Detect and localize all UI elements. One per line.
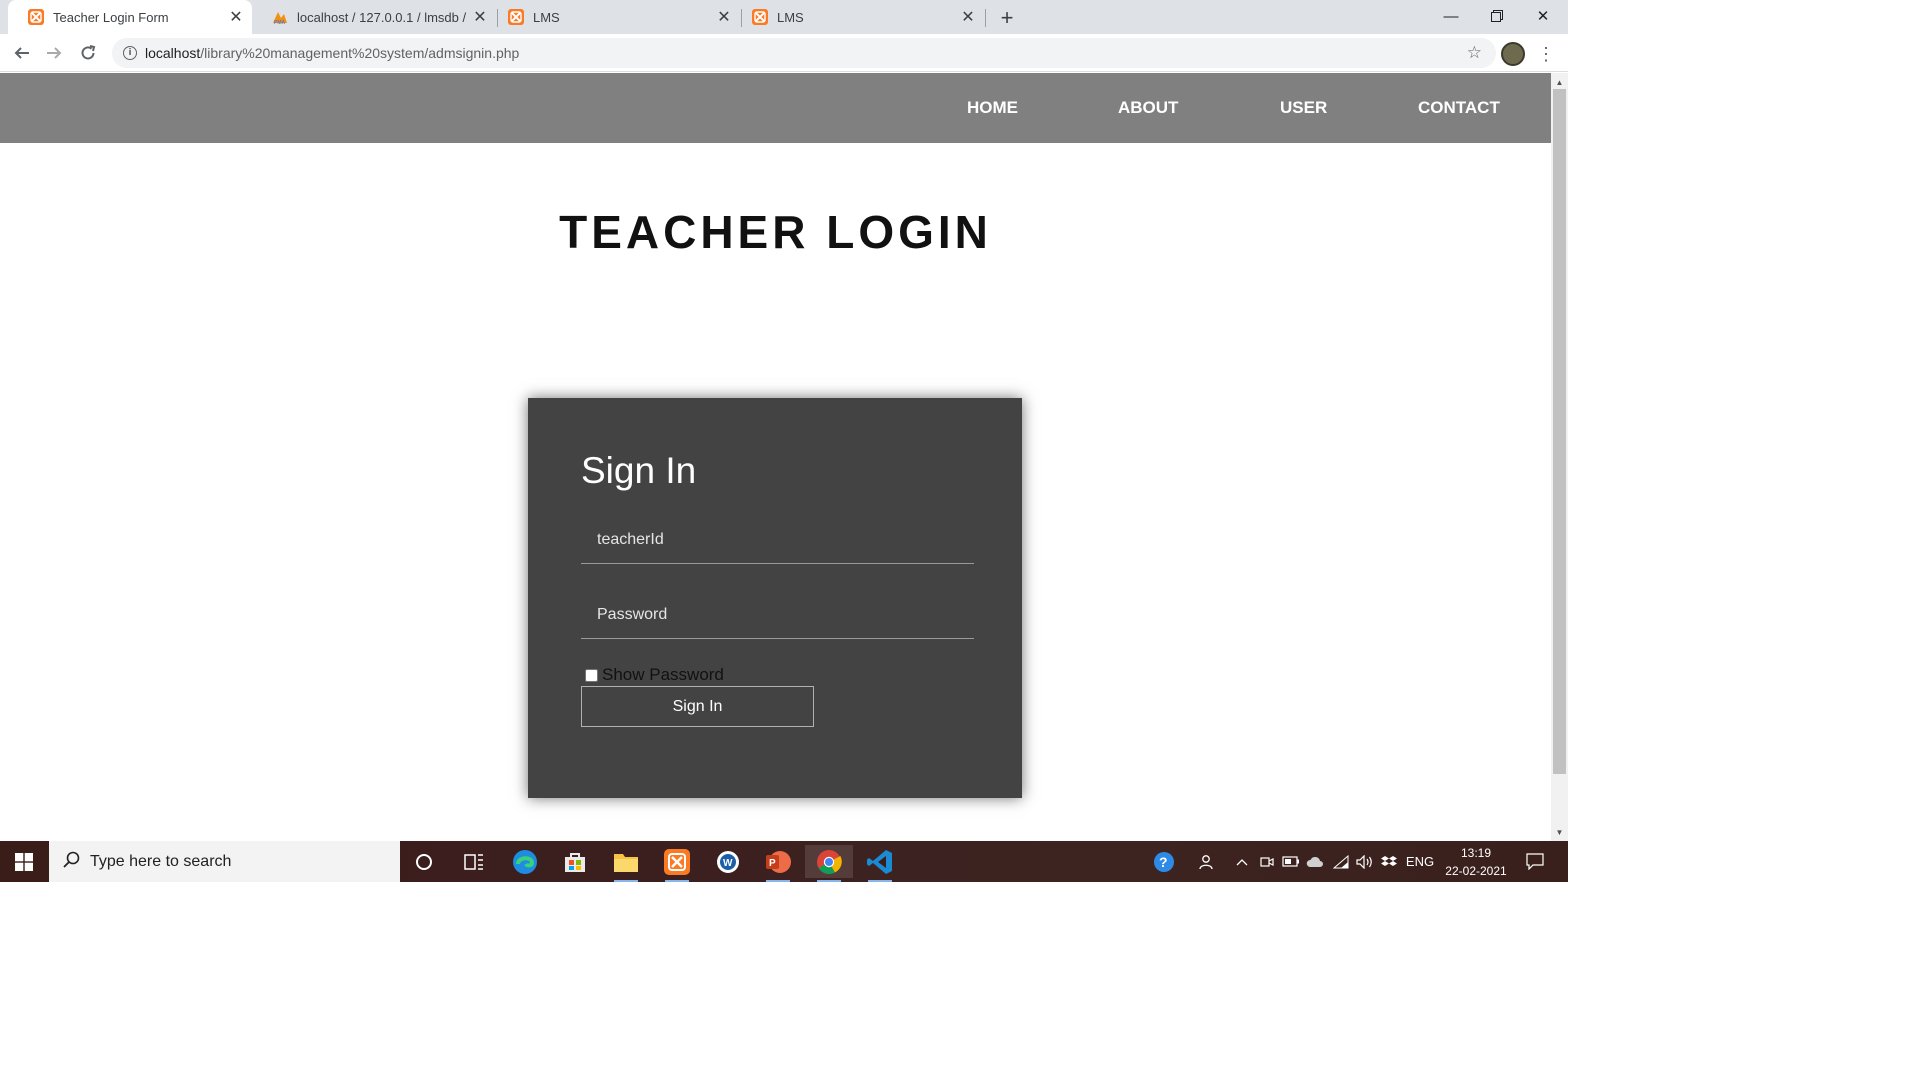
search-icon xyxy=(63,851,80,873)
windows-start-icon[interactable] xyxy=(0,841,48,882)
nav-home[interactable]: HOME xyxy=(967,73,1018,143)
new-tab-plus-icon[interactable]: + xyxy=(994,5,1020,31)
teacher-id-input[interactable] xyxy=(581,516,974,563)
taskbar-search-box[interactable]: Type here to search xyxy=(49,841,400,882)
show-password-checkbox[interactable] xyxy=(585,668,598,682)
xampp-favicon-icon xyxy=(28,9,44,25)
back-arrow-icon[interactable] xyxy=(8,39,36,67)
scrollbar-thumb[interactable] xyxy=(1553,89,1566,774)
url-text: localhost/library%20management%20system/… xyxy=(145,45,519,61)
tab-title: Teacher Login Form xyxy=(53,9,169,25)
address-bar[interactable]: i localhost/library%20management%20syste… xyxy=(112,38,1496,68)
scroll-down-icon[interactable]: ▼ xyxy=(1551,825,1568,839)
window-close-icon[interactable]: ✕ xyxy=(1520,0,1566,32)
svg-text:PMA: PMA xyxy=(274,20,286,25)
phpmyadmin-favicon-icon: PMA xyxy=(273,12,287,25)
tab-title: LMS xyxy=(533,9,560,25)
page-scrollbar[interactable]: ▲ ▼ xyxy=(1551,73,1568,841)
tab-close-icon[interactable]: ✕ xyxy=(958,7,978,27)
vscode-icon[interactable] xyxy=(856,845,904,882)
wifi-icon[interactable] xyxy=(1330,841,1352,882)
restore-icon[interactable] xyxy=(1474,0,1520,32)
xampp-control-icon[interactable] xyxy=(653,845,701,882)
dropbox-icon[interactable] xyxy=(1378,841,1400,882)
svg-text:P: P xyxy=(769,858,776,869)
page-title: TEACHER LOGIN xyxy=(559,206,992,258)
people-icon[interactable] xyxy=(1194,841,1218,882)
notification-center-icon[interactable] xyxy=(1520,841,1550,882)
page-viewport: HOME ABOUT USER CONTACT TEACHER LOGIN Si… xyxy=(0,73,1551,841)
show-password-label: Show Password xyxy=(602,665,724,684)
chevron-up-icon[interactable] xyxy=(1232,841,1252,882)
password-field xyxy=(581,591,974,639)
url-host: localhost xyxy=(145,45,201,61)
chrome-icon[interactable] xyxy=(805,845,853,882)
cortana-icon[interactable] xyxy=(400,845,448,878)
url-path: /library%20management%20system/admsignin… xyxy=(200,45,520,61)
nav-about[interactable]: ABOUT xyxy=(1118,73,1178,143)
help-icon[interactable]: ? xyxy=(1148,841,1180,882)
nav-contact[interactable]: CONTACT xyxy=(1418,73,1500,143)
tab-close-icon[interactable]: ✕ xyxy=(470,7,490,27)
sign-in-card: Sign In Show Password Sign In xyxy=(528,398,1022,798)
password-input[interactable] xyxy=(581,591,974,638)
tab-close-icon[interactable]: ✕ xyxy=(226,7,246,27)
edge-browser-icon[interactable] xyxy=(501,845,549,878)
site-navbar: HOME ABOUT USER CONTACT xyxy=(0,73,1551,143)
sign-in-title: Sign In xyxy=(581,450,697,491)
tab-phpmyadmin[interactable]: PMA localhost / 127.0.0.1 / lmsdb / use … xyxy=(252,0,496,34)
powerpoint-icon[interactable]: P xyxy=(754,845,802,882)
wordweb-icon[interactable]: W xyxy=(704,845,752,878)
nav-user[interactable]: USER xyxy=(1280,73,1327,143)
show-password-toggle[interactable]: Show Password xyxy=(585,665,724,685)
battery-icon[interactable] xyxy=(1280,841,1302,882)
task-view-icon[interactable] xyxy=(450,845,498,878)
windows-taskbar: Type here to search W P ? ENG 13:19 22-0… xyxy=(0,841,1568,882)
forward-arrow-icon[interactable] xyxy=(40,39,68,67)
browser-toolbar: i localhost/library%20management%20syste… xyxy=(0,34,1568,72)
xampp-favicon-icon xyxy=(752,9,768,25)
tab-title: localhost / 127.0.0.1 / lmsdb / use xyxy=(297,9,470,25)
tab-close-icon[interactable]: ✕ xyxy=(714,7,734,27)
meet-now-icon[interactable] xyxy=(1258,841,1276,882)
chrome-menu-icon[interactable]: ⋮ xyxy=(1537,41,1555,67)
bookmark-star-icon[interactable]: ☆ xyxy=(1467,43,1482,63)
tab-lms-2[interactable]: LMS ✕ xyxy=(732,0,984,34)
scroll-up-icon[interactable]: ▲ xyxy=(1551,75,1568,89)
file-explorer-icon[interactable] xyxy=(602,845,650,882)
clock-date: 22-02-2021 xyxy=(1445,864,1507,878)
xampp-favicon-icon xyxy=(508,9,524,25)
volume-icon[interactable] xyxy=(1354,841,1376,882)
tab-lms-1[interactable]: LMS ✕ xyxy=(488,0,740,34)
tab-title: LMS xyxy=(777,9,804,25)
tab-separator xyxy=(985,9,986,27)
svg-text:?: ? xyxy=(1159,854,1168,870)
onedrive-icon[interactable] xyxy=(1304,841,1326,882)
microsoft-store-icon[interactable] xyxy=(551,845,599,878)
language-indicator[interactable]: ENG xyxy=(1402,841,1438,882)
sign-in-button[interactable]: Sign In xyxy=(581,686,814,727)
minimize-icon[interactable]: — xyxy=(1428,0,1474,32)
system-clock[interactable]: 13:19 22-02-2021 xyxy=(1440,844,1512,880)
browser-tab-strip: Teacher Login Form ✕ PMA localhost / 127… xyxy=(0,0,1568,34)
teacher-id-field xyxy=(581,516,974,564)
profile-avatar[interactable] xyxy=(1501,42,1525,66)
search-placeholder: Type here to search xyxy=(90,852,232,870)
tab-teacher-login[interactable]: Teacher Login Form ✕ xyxy=(8,0,252,34)
clock-time: 13:19 xyxy=(1460,846,1492,860)
reload-icon[interactable] xyxy=(74,39,102,67)
site-info-icon[interactable]: i xyxy=(123,46,137,60)
svg-text:W: W xyxy=(723,858,733,869)
